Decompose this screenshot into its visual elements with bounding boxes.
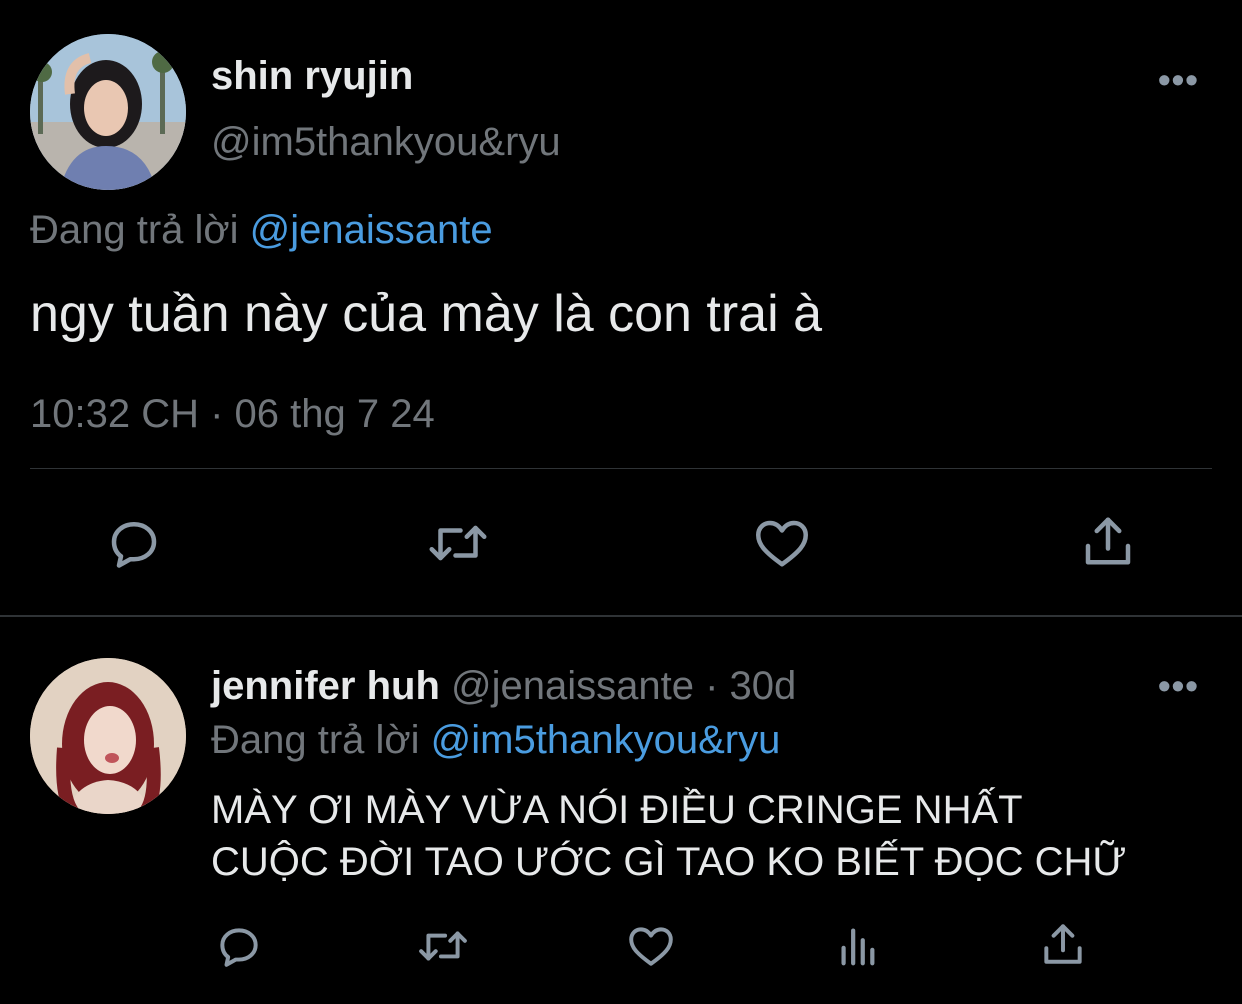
avatar[interactable]: [30, 34, 186, 190]
tweet-text: MÀY ƠI MÀY VỪA NÓI ĐIỀU CRINGE NHẤT CUỘC…: [211, 788, 1127, 884]
display-name[interactable]: jennifer huh: [211, 664, 440, 708]
analytics-icon[interactable]: [834, 921, 880, 971]
retweet-icon[interactable]: [414, 921, 472, 971]
reply-icon[interactable]: [104, 513, 164, 573]
share-icon[interactable]: [1078, 511, 1138, 571]
user-handle[interactable]: @im5thankyou&ryu: [211, 118, 561, 166]
tweet-header: jennifer huh @jenaissante · 30d: [211, 662, 796, 710]
like-icon[interactable]: [626, 921, 676, 971]
divider: [30, 468, 1212, 469]
retweet-icon[interactable]: [424, 513, 492, 573]
like-icon[interactable]: [752, 513, 812, 573]
replying-to: Đang trả lời @im5thankyou&ryu: [211, 716, 780, 764]
user-handle-time[interactable]: @jenaissante · 30d: [451, 664, 796, 708]
replying-label: Đang trả lời: [211, 718, 420, 762]
replying-to: Đang trả lời @jenaissante: [30, 206, 493, 254]
avatar[interactable]: [30, 658, 186, 814]
display-name[interactable]: shin ryujin: [211, 52, 413, 100]
section-divider: [0, 615, 1242, 617]
tweet-timestamp[interactable]: 10:32 CH · 06 thg 7 24: [30, 390, 435, 438]
more-horizontal-icon[interactable]: •••: [1158, 668, 1199, 704]
more-horizontal-icon[interactable]: •••: [1158, 62, 1199, 98]
replying-to-link[interactable]: @jenaissante: [250, 208, 493, 252]
reply-icon[interactable]: [214, 921, 264, 971]
share-icon[interactable]: [1038, 919, 1088, 969]
replying-to-link[interactable]: @im5thankyou&ryu: [431, 718, 781, 762]
replying-label: Đang trả lời: [30, 208, 239, 252]
tweet-text: ngy tuần này của mày là con trai à: [30, 285, 823, 343]
